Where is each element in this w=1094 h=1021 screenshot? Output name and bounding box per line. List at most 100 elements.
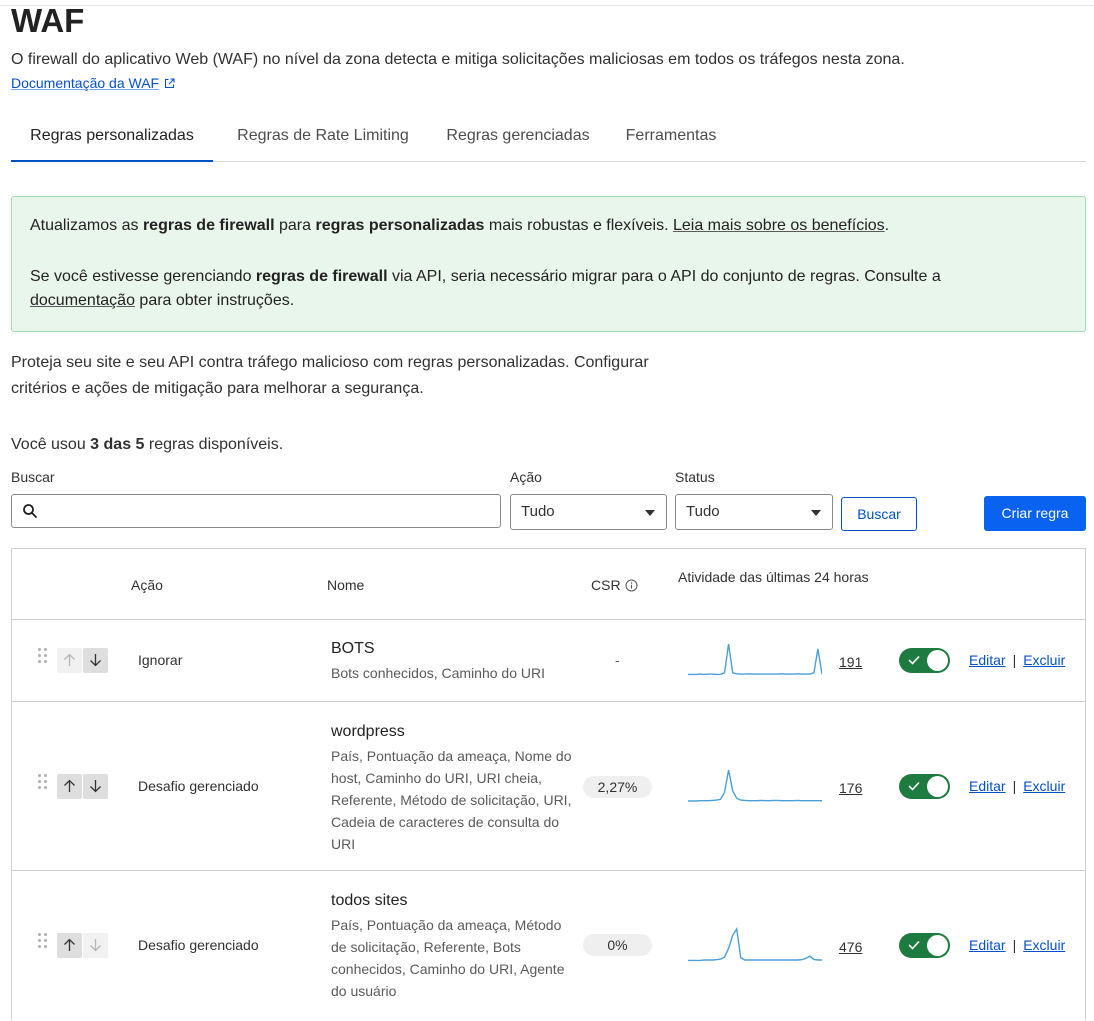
rules-table: Ação Nome CSR Atividade das últimas 24 h…: [11, 548, 1086, 1020]
notice-bold: regras personalizadas: [315, 217, 485, 234]
activity-sparkline: [688, 643, 822, 676]
rule-name: todos sites: [331, 892, 408, 909]
move-down-button[interactable]: [83, 933, 108, 958]
table-row: Desafio gerenciado wordpress País, Pontu…: [12, 702, 1085, 871]
tab-tools[interactable]: Ferramentas: [617, 114, 725, 162]
activity-sparkline: [688, 927, 822, 962]
rule-enabled-toggle[interactable]: [899, 933, 950, 958]
ruleset-documentation-link[interactable]: documentação: [30, 292, 135, 309]
column-header-action: Ação: [131, 577, 163, 593]
notice-bold: regras de firewall: [142, 217, 275, 234]
benefits-link[interactable]: Leia mais sobre os benefícios: [673, 217, 885, 234]
search-input[interactable]: [11, 494, 501, 528]
action-filter-value: Tudo: [521, 503, 555, 520]
tab-custom-rules[interactable]: Regras personalizadas: [11, 114, 213, 162]
notice-text: mais robustas e flexíveis.: [484, 217, 673, 234]
column-header-csr: CSR: [591, 577, 638, 595]
activity-count[interactable]: 191: [839, 654, 862, 670]
delete-rule-link[interactable]: Excluir: [1023, 778, 1065, 794]
page-description: O firewall do aplicativo Web (WAF) no ní…: [11, 51, 905, 68]
rule-name: wordpress: [331, 723, 405, 740]
rule-csr: -: [615, 652, 620, 668]
notice-text: para obter instruções.: [134, 292, 295, 309]
rule-name: BOTS: [331, 640, 375, 657]
drag-handle-icon[interactable]: [38, 933, 48, 953]
create-rule-button[interactable]: Criar regra: [984, 496, 1086, 531]
notice-text: para: [274, 217, 316, 234]
tab-bar: Regras personalizadas Regras de Rate Lim…: [11, 114, 1086, 162]
search-icon: [22, 503, 38, 524]
rule-csr: 2,27%: [583, 776, 652, 798]
move-down-button[interactable]: [83, 774, 108, 799]
tab-rate-limiting-rules[interactable]: Regras de Rate Limiting: [221, 114, 425, 162]
usage-text: Você usou: [11, 436, 91, 453]
move-up-button[interactable]: [57, 648, 82, 673]
notice-line-2: Se você estivesse gerenciando regras de …: [30, 268, 941, 286]
check-icon: [908, 781, 920, 791]
move-down-button[interactable]: [83, 648, 108, 673]
rule-enabled-toggle[interactable]: [899, 774, 950, 799]
external-link-icon: [164, 76, 175, 92]
tab-managed-rules[interactable]: Regras gerenciadas: [435, 114, 601, 162]
rule-usage: Você usou 3 das 5 regras disponíveis.: [11, 436, 283, 454]
activity-count[interactable]: 176: [839, 780, 862, 796]
check-icon: [908, 655, 920, 665]
chevron-down-icon: [645, 510, 655, 516]
csr-header-label: CSR: [591, 577, 621, 593]
rule-expression: Bots conhecidos, Caminho do URI: [331, 665, 545, 681]
notice-bold: regras de firewall: [255, 268, 388, 285]
column-header-name: Nome: [327, 577, 365, 593]
drag-handle-icon[interactable]: [38, 774, 48, 794]
rule-enabled-toggle[interactable]: [899, 648, 950, 673]
row-actions: Editar | Excluir: [969, 937, 1065, 953]
drag-handle-icon[interactable]: [38, 648, 48, 668]
link-separator: |: [1012, 778, 1017, 794]
rule-expression: País, Pontuação da ameaça, Nome do host,…: [331, 748, 572, 852]
chevron-down-icon: [811, 510, 821, 516]
usage-count: 3 das 5: [90, 436, 145, 453]
table-row: Desafio gerenciado todos sites País, Pon…: [12, 871, 1085, 1021]
move-up-button[interactable]: [57, 774, 82, 799]
move-up-button[interactable]: [57, 933, 82, 958]
arrow-up-icon: [64, 938, 75, 951]
search-label: Buscar: [11, 469, 55, 485]
notice-text: Atualizamos as: [30, 217, 143, 234]
arrow-up-icon: [64, 779, 75, 792]
delete-rule-link[interactable]: Excluir: [1023, 652, 1065, 668]
search-button[interactable]: Buscar: [841, 497, 917, 531]
waf-documentation-link[interactable]: Documentação da WAF: [11, 75, 175, 92]
migration-notice: Atualizamos as regras de firewall para r…: [11, 196, 1086, 332]
activity-count[interactable]: 476: [839, 939, 862, 955]
usage-text: regras disponíveis.: [144, 436, 284, 453]
action-filter-label: Ação: [510, 469, 542, 485]
action-filter-select[interactable]: Tudo: [510, 494, 667, 530]
top-divider: [0, 5, 1094, 6]
column-header-activity: Atividade das últimas 24 horas: [678, 569, 869, 585]
activity-sparkline: [688, 769, 822, 802]
table-row: Ignorar BOTS Bots conhecidos, Caminho do…: [12, 620, 1085, 702]
notice-line-1: Atualizamos as regras de firewall para r…: [30, 217, 889, 235]
info-icon[interactable]: [625, 579, 638, 595]
status-filter-value: Tudo: [686, 503, 720, 520]
toggle-knob: [927, 935, 948, 956]
edit-rule-link[interactable]: Editar: [969, 937, 1006, 953]
notice-text: .: [884, 217, 890, 234]
toggle-knob: [927, 776, 948, 797]
edit-rule-link[interactable]: Editar: [969, 652, 1006, 668]
table-header: Ação Nome CSR Atividade das últimas 24 h…: [12, 549, 1085, 620]
arrow-down-icon: [90, 939, 101, 952]
row-actions: Editar | Excluir: [969, 652, 1065, 668]
delete-rule-link[interactable]: Excluir: [1023, 937, 1065, 953]
rule-expression: País, Pontuação da ameaça, Método de sol…: [331, 917, 565, 999]
waf-documentation-label: Documentação da WAF: [11, 75, 160, 91]
status-filter-select[interactable]: Tudo: [675, 494, 833, 530]
toggle-knob: [927, 650, 948, 671]
arrow-up-icon: [64, 653, 75, 666]
notice-line-3: documentação para obter instruções.: [30, 292, 294, 310]
arrow-down-icon: [90, 654, 101, 667]
link-separator: |: [1012, 652, 1017, 668]
link-separator: |: [1012, 937, 1017, 953]
rule-action: Desafio gerenciado: [138, 778, 259, 794]
status-filter-label: Status: [675, 469, 715, 485]
edit-rule-link[interactable]: Editar: [969, 778, 1006, 794]
